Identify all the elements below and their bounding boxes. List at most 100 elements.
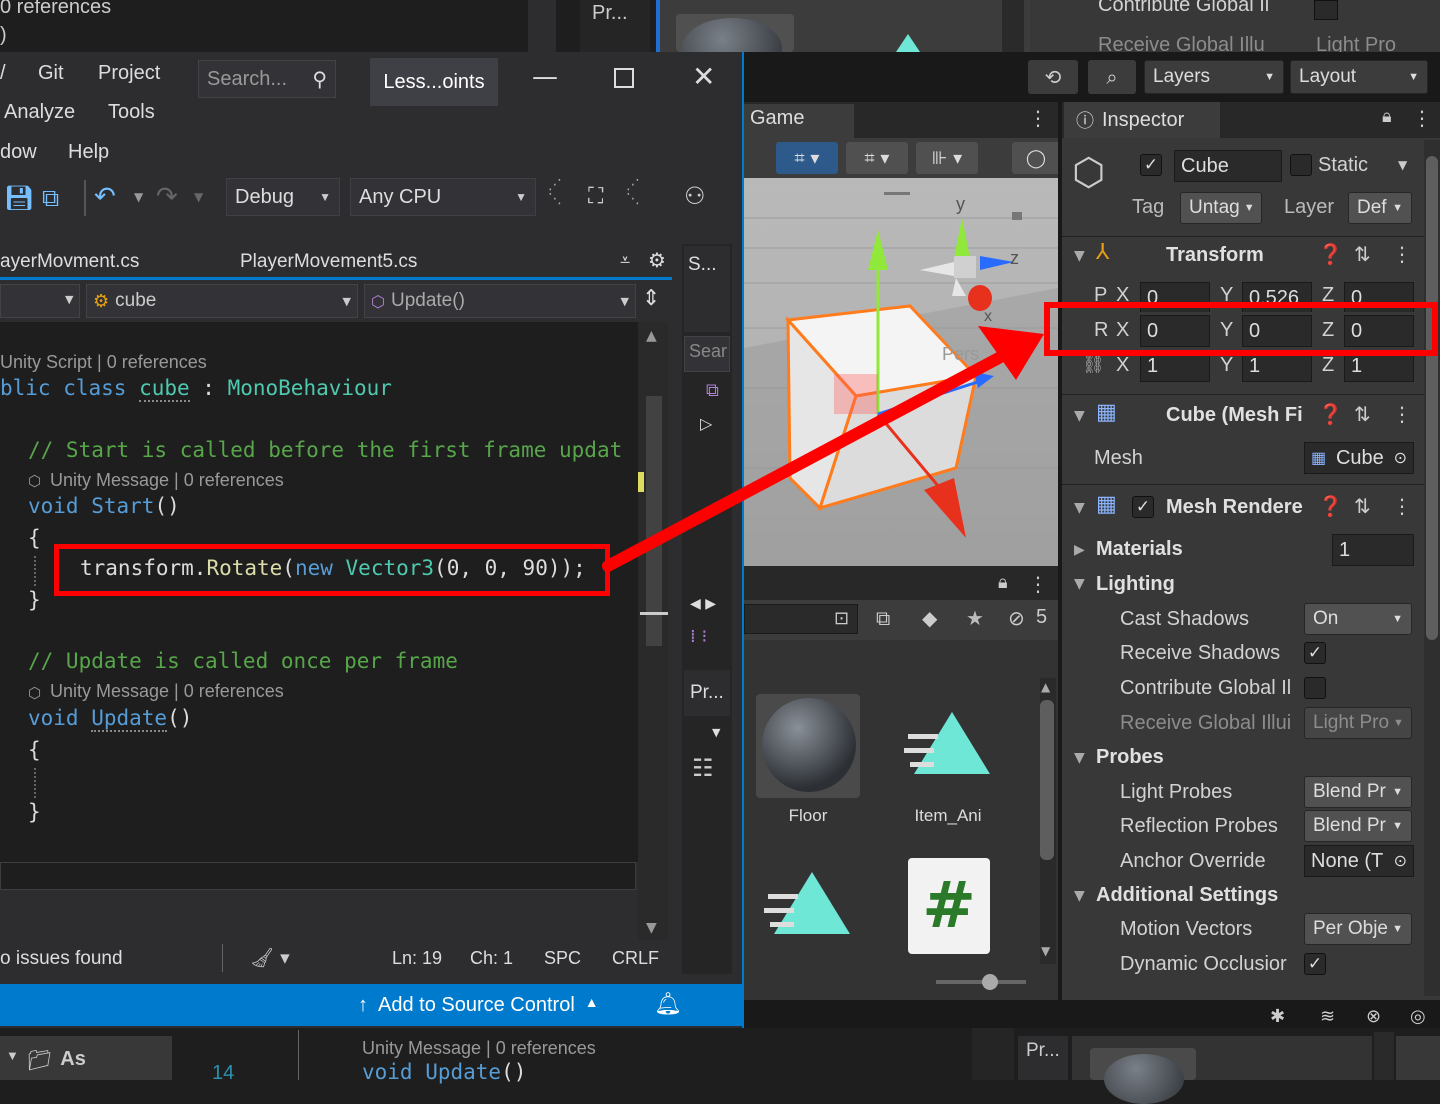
menu-analyze[interactable]: Analyze	[4, 101, 75, 124]
additional-settings-label[interactable]: Additional Settings	[1096, 884, 1278, 907]
solution-name-badge[interactable]: Less...oints	[370, 58, 498, 106]
platform-dropdown[interactable]: Any CPU ▼	[350, 178, 536, 216]
light-probes-dropdown[interactable]: Blend Pr ▼	[1304, 776, 1412, 808]
dynamic-occlusion-checkbox[interactable]: ✓	[1304, 953, 1326, 975]
solution-search-input[interactable]: Sear	[684, 336, 730, 372]
scroll-thumb[interactable]	[646, 396, 662, 646]
minimize-icon[interactable]: —	[532, 62, 558, 92]
network-icon[interactable]: ⊗	[1366, 1006, 1381, 1027]
kebab-icon[interactable]: ⋮	[1392, 494, 1412, 518]
inspector-scroll-thumb[interactable]	[1426, 156, 1438, 640]
active-checkbox[interactable]: ✓	[1140, 154, 1162, 176]
menu-project[interactable]: Project	[98, 62, 160, 85]
reflection-probes-dropdown[interactable]: Blend Pr ▼	[1304, 810, 1412, 842]
column-status[interactable]: Ch: 1	[470, 948, 513, 969]
expand-arrow-icon[interactable]: ▷	[700, 414, 712, 433]
project-scroll-thumb[interactable]	[1040, 700, 1054, 860]
code-cleanup-icon[interactable]: 🧹︎ ▾	[250, 946, 290, 969]
tab-player-movment[interactable]: ayerMovment.cs	[0, 251, 139, 273]
increment-snap-icon[interactable]: ⌗ ▾	[846, 142, 908, 174]
animation-clip-icon[interactable]	[900, 708, 996, 780]
notification-bell-icon[interactable]: 🔔︎	[654, 992, 682, 1017]
favorite-star-icon[interactable]: ★	[966, 606, 984, 630]
label-icon[interactable]: ◆	[922, 606, 937, 630]
gizmo-plane[interactable]	[834, 374, 878, 414]
lock-icon[interactable]: 🔒︎	[998, 572, 1008, 593]
nav-member-dropdown[interactable]: ⬡ Update() ▼	[364, 284, 636, 318]
redo-icon[interactable]: ↷	[156, 182, 178, 212]
chevron-down-icon[interactable]: ▼	[712, 726, 720, 739]
split-editor-icon[interactable]: ⇕	[642, 286, 660, 311]
kebab-icon[interactable]: ⋮	[1028, 572, 1048, 596]
foldout-icon[interactable]: ▼	[1074, 408, 1085, 424]
materials-count-field[interactable]: 1	[1332, 534, 1414, 566]
close-icon[interactable]: ✕	[692, 60, 715, 93]
scroll-down-icon[interactable]: ▼	[1041, 944, 1050, 958]
menu-edit-partial[interactable]: /	[0, 62, 6, 85]
kebab-icon[interactable]: ⋮	[1392, 242, 1412, 266]
filter-type-icon[interactable]: ⧉	[876, 606, 890, 630]
orient-y-cone[interactable]	[954, 218, 970, 258]
grid-snap-icon[interactable]: ⌗ ▾	[776, 142, 838, 174]
foldout-closed-icon[interactable]: ▶	[1074, 542, 1085, 558]
chevron-down-icon[interactable]: ▼	[194, 190, 203, 204]
debug-icon[interactable]: ✱	[1270, 1006, 1285, 1027]
tab-player-movement5[interactable]: PlayerMovement5.cs	[240, 251, 417, 273]
chevron-down-icon[interactable]: ▼	[134, 190, 143, 204]
layer-dropdown[interactable]: Def ▼	[1348, 192, 1412, 224]
maximize-icon[interactable]	[614, 68, 634, 88]
whitespace-status[interactable]: SPC	[544, 948, 581, 969]
configuration-dropdown[interactable]: Debug ▼	[226, 178, 340, 216]
object-picker-icon[interactable]: ⊙	[1394, 448, 1407, 468]
motion-vectors-dropdown[interactable]: Per Obje ▼	[1304, 913, 1412, 945]
menu-tools[interactable]: Tools	[108, 101, 155, 124]
orient-negy-cone[interactable]	[952, 278, 966, 296]
save-all-icon[interactable]: ⧉	[42, 184, 59, 212]
gizmo-y-arrow[interactable]	[868, 230, 888, 270]
help-icon[interactable]: ❓	[1318, 402, 1343, 426]
persp-label[interactable]: Pers	[942, 344, 979, 365]
tab-inspector[interactable]: ⓘ Inspector	[1064, 102, 1220, 138]
codelens-update[interactable]: Unity Message | 0 references	[50, 681, 284, 702]
object-picker-icon[interactable]: ⊙	[1394, 851, 1407, 871]
side-icon[interactable]: ⁞ ⁝	[690, 626, 707, 647]
lock-icon[interactable]: 🔒︎	[1382, 106, 1392, 127]
menu-git[interactable]: Git	[38, 62, 64, 85]
properties-tab[interactable]: Pr...	[684, 670, 730, 716]
toolbar-overflow-icon[interactable]: ⋰ ⋱	[626, 178, 640, 206]
bg-pr-tab[interactable]: Pr...	[580, 0, 650, 52]
foldout-icon[interactable]: ▼	[1074, 750, 1085, 766]
search-by-type-icon[interactable]: ⊡	[834, 608, 849, 629]
history-icon[interactable]: ⟲	[1028, 60, 1078, 94]
issues-status[interactable]: o issues found	[0, 948, 123, 970]
mesh-renderer-enabled-checkbox[interactable]: ✓	[1132, 496, 1154, 518]
vs-solution-icon[interactable]: ⧉	[706, 380, 719, 401]
toolbar-overflow-icon[interactable]: ⋰ ⋱	[548, 178, 562, 206]
menu-help[interactable]: Help	[68, 141, 109, 164]
tag-dropdown[interactable]: Untag ▼	[1180, 192, 1262, 224]
add-source-control-button[interactable]: ↑ Add to Source Control ▲	[358, 994, 599, 1017]
foldout-icon[interactable]: ▼	[1074, 500, 1085, 516]
tab-game[interactable]: Game	[744, 104, 854, 138]
constrain-proportions-icon[interactable]: ⛓	[1082, 354, 1105, 375]
gear-icon[interactable]: ⚙	[648, 248, 666, 272]
preset-icon[interactable]: ⇅	[1354, 494, 1371, 518]
tab-list-icon[interactable]: ⩡	[620, 250, 630, 271]
live-share-icon[interactable]: ⚇	[684, 182, 706, 210]
chevron-down-icon[interactable]: ▼	[1398, 158, 1407, 172]
mesh-field[interactable]: ▦ Cube ⊙	[1304, 442, 1414, 474]
line-ending-status[interactable]: CRLF	[612, 948, 659, 969]
static-checkbox[interactable]	[1290, 154, 1312, 176]
kebab-icon[interactable]: ⋮	[1392, 402, 1412, 426]
kebab-icon[interactable]: ⋮	[1412, 106, 1432, 130]
orient-negx-cone[interactable]	[920, 262, 954, 276]
scroll-down-icon[interactable]: ▼	[646, 920, 657, 936]
anchor-override-field[interactable]: None (T ⊙	[1304, 845, 1414, 877]
receive-shadows-checkbox[interactable]: ✓	[1304, 642, 1326, 664]
materials-label[interactable]: Materials	[1096, 538, 1183, 561]
nav-project-dropdown[interactable]: ▼	[0, 284, 80, 318]
attach-icon[interactable]: ⛶	[588, 184, 603, 209]
scroll-up-icon[interactable]: ▲	[1041, 680, 1050, 694]
contribute-gi-checkbox[interactable]	[1304, 677, 1326, 699]
horizontal-scrollbar[interactable]	[0, 862, 636, 890]
